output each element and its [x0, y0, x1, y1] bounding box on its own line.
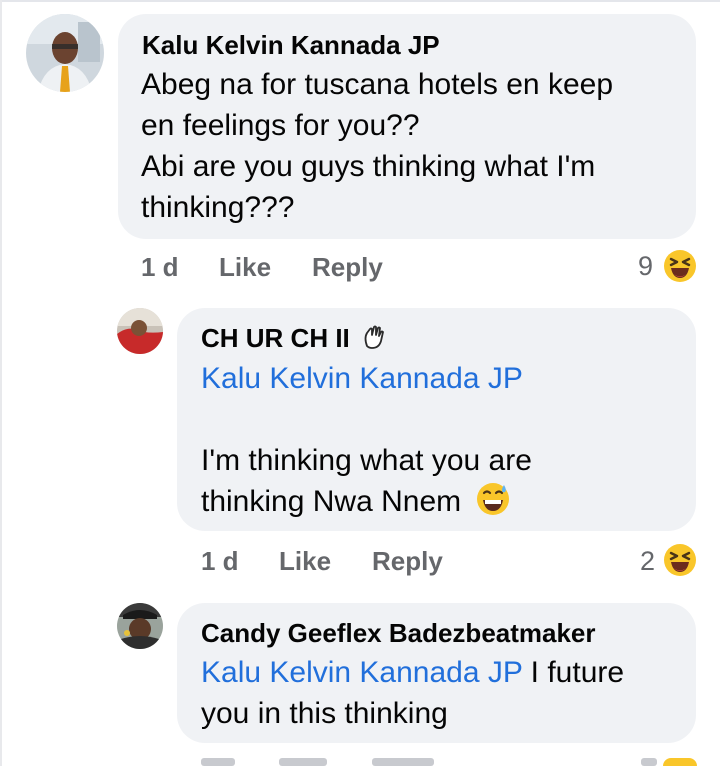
mention-link[interactable]: Kalu Kelvin Kannada JP — [201, 358, 532, 399]
waving-hand-emoji-icon — [361, 324, 387, 357]
reaction-count[interactable]: 2 — [640, 546, 655, 577]
reaction-count[interactable]: 9 — [638, 251, 653, 282]
reply-button[interactable]: Reply — [312, 252, 383, 283]
comment-text: Kalu Kelvin Kannada JP I future you in t… — [201, 656, 625, 730]
comment-author[interactable]: CH UR CH II — [201, 323, 387, 357]
grinning-sweat-emoji-icon — [475, 481, 511, 528]
comment-text: Kalu Kelvin Kannada JP I'm thinking what… — [201, 358, 532, 528]
left-divider — [0, 0, 2, 766]
laughing-squint-emoji-icon[interactable] — [663, 543, 697, 577]
cropped-action-row — [201, 758, 701, 766]
comment-text: Abeg na for tuscana hotels en keep en fe… — [141, 68, 614, 224]
mention-link[interactable]: Kalu Kelvin Kannada JP — [201, 656, 522, 689]
comment-time[interactable]: 1 d — [201, 546, 239, 577]
comment-author-name: CH UR CH II — [201, 323, 350, 353]
comment-author[interactable]: Candy Geeflex Badezbeatmaker — [201, 618, 596, 649]
laughing-squint-emoji-icon[interactable] — [663, 249, 697, 283]
avatar[interactable] — [26, 14, 104, 92]
comment-author[interactable]: Kalu Kelvin Kannada JP — [142, 30, 440, 61]
reply-button[interactable]: Reply — [372, 546, 443, 577]
top-divider — [0, 0, 720, 2]
avatar[interactable] — [117, 603, 163, 649]
like-button[interactable]: Like — [279, 546, 331, 577]
avatar[interactable] — [117, 308, 163, 354]
like-button[interactable]: Like — [219, 252, 271, 283]
comment-time[interactable]: 1 d — [141, 252, 179, 283]
